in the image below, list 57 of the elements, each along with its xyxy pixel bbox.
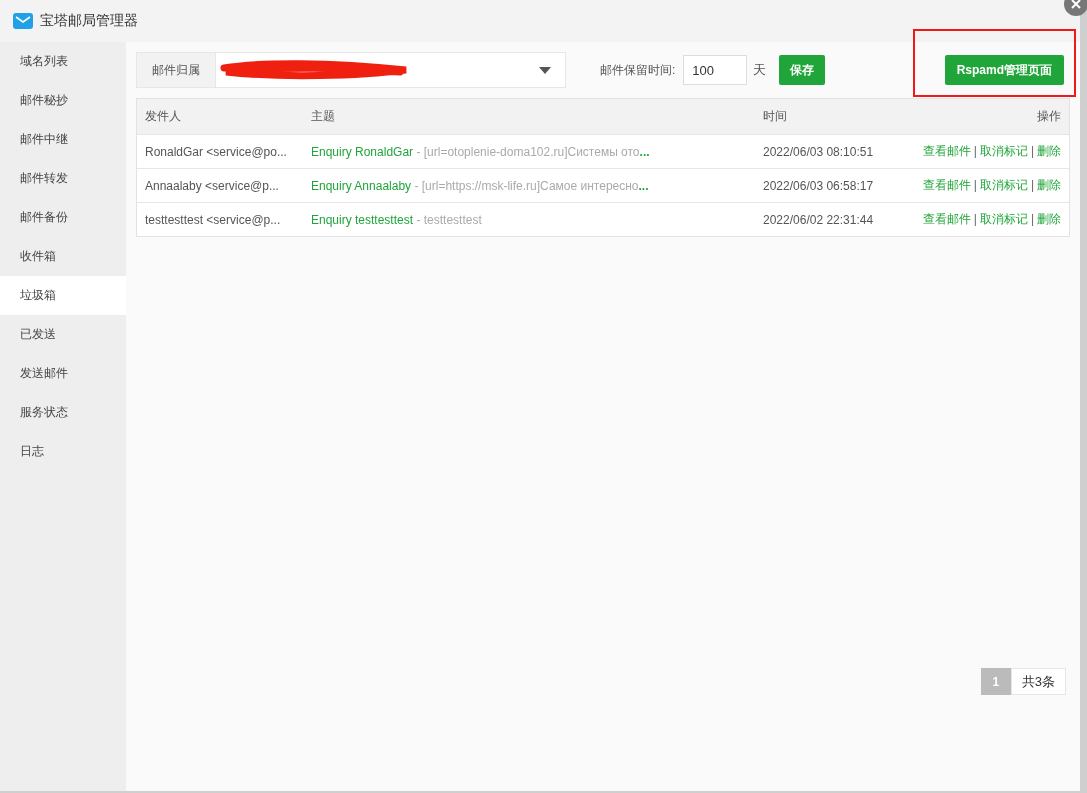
table-cell-text: RonaldGar <service@po...	[144, 144, 288, 159]
page-button[interactable]: 1	[980, 668, 1011, 695]
sidebar-item[interactable]: 日志	[0, 432, 126, 471]
sidebar-item[interactable]: 收件箱	[0, 237, 126, 276]
action-link[interactable]: 删除	[1037, 178, 1061, 192]
action-link[interactable]: 查看邮件	[922, 212, 971, 226]
separator: |	[1030, 178, 1034, 192]
table-cell-text: 2022/06/03 08:10:51	[762, 144, 875, 159]
column-header: 发件人	[144, 108, 182, 125]
action-link[interactable]: 查看邮件	[922, 178, 971, 192]
column-header: 时间	[762, 108, 788, 125]
action-link[interactable]: 取消标记	[979, 178, 1028, 192]
subject-preview: - [url=otoplenie-doma102.ru]Системы ото	[415, 144, 640, 159]
table-cell-text: 2022/06/02 22:31:44	[762, 212, 875, 227]
sidebar-item[interactable]: 邮件转发	[0, 159, 126, 198]
sidebar-item[interactable]: 垃圾箱	[0, 276, 126, 315]
column-header: 操作	[1036, 108, 1062, 125]
action-link[interactable]: 删除	[1037, 212, 1061, 226]
separator: |	[1030, 212, 1034, 226]
subject-link[interactable]: Enquiry Annaalaby	[311, 178, 412, 193]
table-cell-text: Annaalaby <service@p...	[144, 178, 280, 193]
column-header: 主题	[310, 108, 336, 125]
action-link[interactable]: 查看邮件	[922, 144, 971, 158]
retention-field[interactable]: 100	[683, 55, 748, 85]
sidebar-item[interactable]: 邮件中继	[0, 120, 126, 159]
sidebar-item[interactable]: 邮件备份	[0, 198, 126, 237]
more-link[interactable]: ...	[638, 178, 649, 193]
action-link[interactable]: 取消标记	[979, 212, 1028, 226]
unit-label: 天	[753, 61, 767, 79]
action-link[interactable]: 删除	[1037, 144, 1061, 158]
sidebar-item[interactable]: 邮件秘抄	[0, 81, 126, 120]
table-cell-text: 2022/06/03 06:58:17	[762, 178, 875, 193]
caret-icon	[539, 66, 551, 74]
retention-label: 邮件保留时间:	[600, 61, 676, 79]
sidebar-item[interactable]: 发送邮件	[0, 354, 126, 393]
subject-preview: - testtesttest	[415, 212, 482, 227]
total-count: 共3条	[1010, 668, 1066, 695]
separator: |	[973, 144, 977, 158]
sidebar-item[interactable]: 服务状态	[0, 393, 126, 432]
subject-link[interactable]: Enquiry testtesttest	[311, 212, 414, 227]
window-title: 宝塔邮局管理器	[40, 12, 138, 30]
more-link[interactable]: ...	[639, 144, 650, 159]
sidebar-item[interactable]: 已发送	[0, 315, 126, 354]
rspamd-button[interactable]: Rspamd管理页面	[944, 55, 1064, 85]
separator: |	[1030, 144, 1034, 158]
owner-label: 邮件归属	[137, 53, 216, 87]
separator: |	[973, 178, 977, 192]
close-icon	[1070, 0, 1082, 10]
action-link[interactable]: 取消标记	[979, 144, 1028, 158]
sidebar-item[interactable]: 域名列表	[0, 42, 126, 81]
save-button[interactable]: 保存	[779, 55, 826, 85]
owner-select[interactable]: 邮件归属	[136, 52, 566, 88]
subject-link[interactable]: Enquiry RonaldGar	[311, 144, 414, 159]
table-cell-text: testtesttest <service@p...	[144, 212, 282, 227]
envelope-icon	[13, 13, 33, 29]
subject-preview: - [url=https://msk-life.ru]Самое интересно	[413, 178, 639, 193]
separator: |	[973, 212, 977, 226]
